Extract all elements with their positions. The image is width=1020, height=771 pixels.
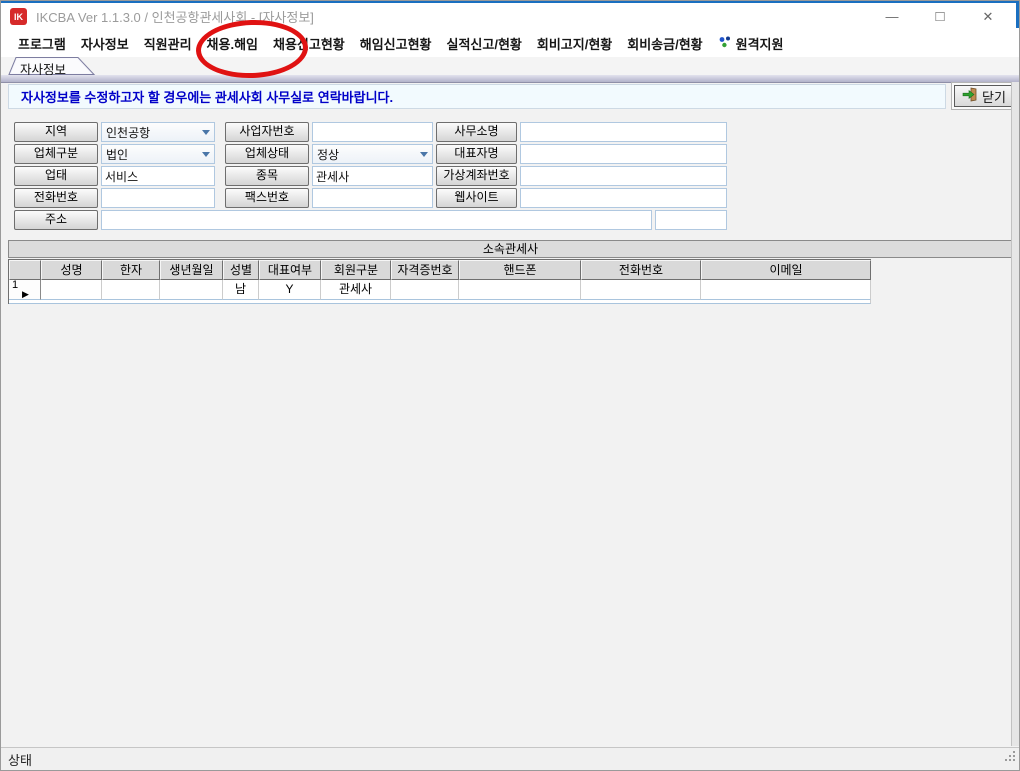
fax-number-input[interactable] xyxy=(312,188,433,208)
menu-item-label: 원격지원 xyxy=(736,34,784,53)
close-button-label: 닫기 xyxy=(982,87,1006,106)
row-number: 1 xyxy=(12,280,18,291)
cell-gender[interactable]: 남 xyxy=(223,280,259,300)
resize-grip[interactable] xyxy=(1004,750,1017,768)
window-controls: — □ ✕ xyxy=(868,3,1012,30)
maximize-button[interactable]: □ xyxy=(916,3,964,30)
status-text: 상태 xyxy=(8,750,32,769)
column-header-name: 성명 xyxy=(41,260,102,280)
company-type-value: 법인 xyxy=(102,146,198,163)
background-window-edge-right xyxy=(1016,0,1020,28)
app-logo-icon: IK xyxy=(10,8,27,25)
cell-birth-date[interactable] xyxy=(160,280,223,300)
field-label-address: 주소 xyxy=(14,210,98,230)
column-header-representative-yn: 대표여부 xyxy=(259,260,321,280)
cell-license-number[interactable] xyxy=(391,280,459,300)
company-status-select[interactable]: 정상 xyxy=(312,144,433,164)
company-info-form: 지역 인천공항 사업자번호 사무소명 업체구분 법인 업체상태 정상 대표자명 … xyxy=(14,122,728,230)
menu-item-dismissal-report-status[interactable]: 해임신고현황 xyxy=(360,34,432,53)
field-label-company-status: 업체상태 xyxy=(225,144,309,164)
current-row-indicator-icon: ▶ xyxy=(22,285,29,304)
website-input[interactable] xyxy=(520,188,727,208)
menu-item-company-info[interactable]: 자사정보 xyxy=(81,34,129,53)
field-label-business-category: 업태 xyxy=(14,166,98,186)
field-label-business-number: 사업자번호 xyxy=(225,122,309,142)
notice-message: 자사정보를 수정하고자 할 경우에는 관세사회 사무실로 연락바랍니다. xyxy=(21,87,393,106)
app-window: { "window": { "icon_text": "IK", "title"… xyxy=(0,0,1020,771)
title-bar: IK IKCBA Ver 1.1.3.0 / 인천공항관세사회 - [자사정보]… xyxy=(0,3,1020,30)
business-number-input[interactable] xyxy=(312,122,433,142)
cell-representative-yn[interactable]: Y xyxy=(259,280,321,300)
cell-email[interactable] xyxy=(701,280,871,300)
tab-strip: 자사정보 xyxy=(0,57,1020,75)
column-header-mobile: 핸드폰 xyxy=(459,260,581,280)
grid-group-header: 소속관세사 xyxy=(8,240,1013,258)
window-right-edge xyxy=(1011,82,1019,746)
column-header-birth-date: 생년월일 xyxy=(160,260,223,280)
menu-item-hire-report-status[interactable]: 채용신고현황 xyxy=(273,34,345,53)
field-label-fax-number: 팩스번호 xyxy=(225,188,309,208)
column-header-phone: 전화번호 xyxy=(581,260,701,280)
close-button-panel: 닫기 xyxy=(951,82,1017,110)
office-name-input[interactable] xyxy=(520,122,727,142)
tab-company-info[interactable]: 자사정보 xyxy=(4,57,98,75)
business-item-input[interactable] xyxy=(312,166,433,186)
region-value: 인천공항 xyxy=(102,124,198,141)
address-input[interactable] xyxy=(101,210,652,230)
field-label-virtual-account: 가상계좌번호 xyxy=(436,166,517,186)
menu-item-program[interactable]: 프로그램 xyxy=(18,34,66,53)
phone-number-input[interactable] xyxy=(101,188,215,208)
grid-corner-cell xyxy=(9,260,41,280)
menu-item-remote-support[interactable]: 원격지원 xyxy=(718,34,784,53)
column-header-member-type: 회원구분 xyxy=(321,260,391,280)
menu-item-dues-remittance-status[interactable]: 회비송금/현황 xyxy=(627,34,702,53)
close-button[interactable]: 닫기 xyxy=(954,85,1014,107)
field-label-representative-name: 대표자명 xyxy=(436,144,517,164)
window-border xyxy=(0,0,1020,771)
cell-name[interactable] xyxy=(41,280,102,300)
chevron-down-icon xyxy=(416,152,432,157)
exit-door-icon xyxy=(962,87,978,105)
tab-strip-band xyxy=(0,75,1020,83)
field-label-office-name: 사무소명 xyxy=(436,122,517,142)
close-window-button[interactable]: ✕ xyxy=(964,3,1012,30)
representative-name-input[interactable] xyxy=(520,144,727,164)
business-category-input[interactable] xyxy=(101,166,215,186)
remote-support-icon xyxy=(718,35,732,52)
field-label-website: 웹사이트 xyxy=(436,188,517,208)
next-row-hint xyxy=(9,300,871,304)
menu-item-performance-report-status[interactable]: 실적신고/현황 xyxy=(447,34,522,53)
column-header-license-number: 자격증번호 xyxy=(391,260,459,280)
row-header: 1 ▶ xyxy=(9,280,41,300)
cell-hanja[interactable] xyxy=(102,280,160,300)
chevron-down-icon xyxy=(198,130,214,135)
cell-phone[interactable] xyxy=(581,280,701,300)
column-header-email: 이메일 xyxy=(701,260,871,280)
members-grid: 성명 한자 생년월일 성별 대표여부 회원구분 자격증번호 핸드폰 전화번호 이… xyxy=(8,259,871,304)
menu-item-employee-management[interactable]: 직원관리 xyxy=(144,34,192,53)
chevron-down-icon xyxy=(198,152,214,157)
field-label-business-item: 종목 xyxy=(225,166,309,186)
column-header-hanja: 한자 xyxy=(102,260,160,280)
virtual-account-input[interactable] xyxy=(520,166,727,186)
company-status-value: 정상 xyxy=(313,146,416,163)
status-bar: 상태 xyxy=(0,747,1020,771)
menu-item-hire-dismissal[interactable]: 채용.해임 xyxy=(207,34,258,53)
address-extra-input[interactable] xyxy=(655,210,727,230)
window-title: IKCBA Ver 1.1.3.0 / 인천공항관세사회 - [자사정보] xyxy=(36,7,314,26)
field-label-company-type: 업체구분 xyxy=(14,144,98,164)
field-label-region: 지역 xyxy=(14,122,98,142)
region-select[interactable]: 인천공항 xyxy=(101,122,215,142)
company-type-select[interactable]: 법인 xyxy=(101,144,215,164)
cell-member-type[interactable]: 관세사 xyxy=(321,280,391,300)
menu-bar: 프로그램 자사정보 직원관리 채용.해임 채용신고현황 해임신고현황 실적신고/… xyxy=(0,30,1020,57)
notice-banner: 자사정보를 수정하고자 할 경우에는 관세사회 사무실로 연락바랍니다. xyxy=(8,84,946,109)
field-label-phone-number: 전화번호 xyxy=(14,188,98,208)
cell-mobile[interactable] xyxy=(459,280,581,300)
menu-item-dues-notice-status[interactable]: 회비고지/현황 xyxy=(537,34,612,53)
column-header-gender: 성별 xyxy=(223,260,259,280)
minimize-button[interactable]: — xyxy=(868,3,916,30)
